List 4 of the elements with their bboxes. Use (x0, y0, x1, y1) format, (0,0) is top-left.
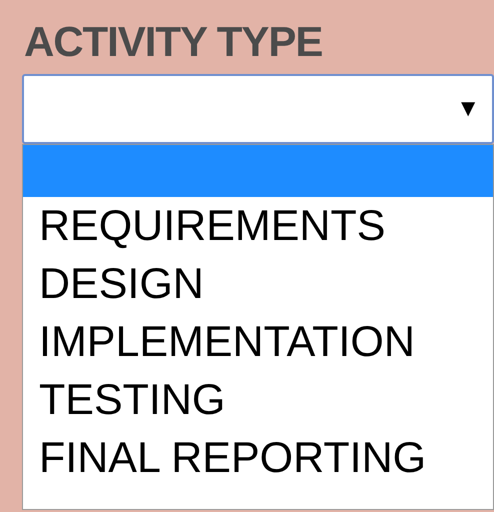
field-label: ACTIVITY TYPE (24, 18, 324, 66)
dropdown-option[interactable] (23, 145, 493, 197)
dropdown-field[interactable]: ▼ (22, 74, 494, 144)
caret-icon: ▼ (456, 97, 480, 121)
